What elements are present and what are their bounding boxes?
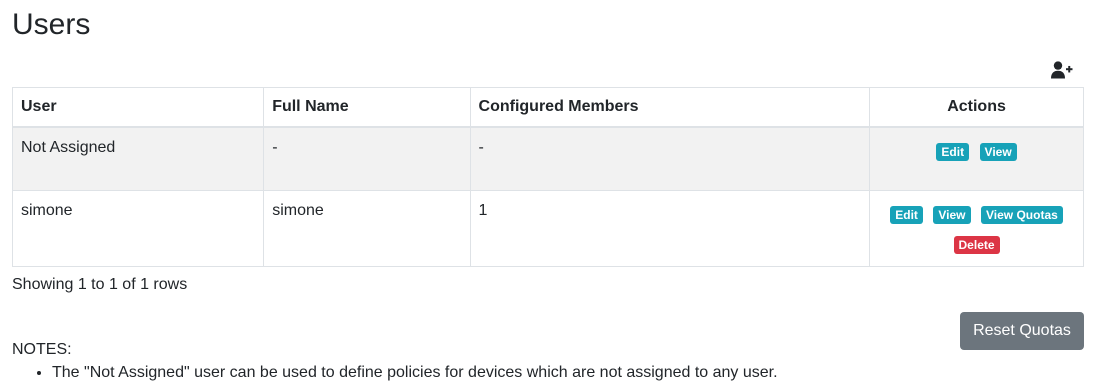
column-header-user[interactable]: User — [11, 87, 265, 128]
users-table: User Full Name Configured Members Action… — [11, 87, 1084, 267]
view-button[interactable]: View — [933, 206, 971, 224]
actions-line: Delete — [878, 236, 1075, 254]
full-name-cell: - — [263, 126, 471, 191]
actions-cell: Edit View View Quotas Delete — [869, 190, 1084, 267]
actions-cell: Edit View — [869, 126, 1084, 191]
note-item: The "Not Assigned" user can be used to d… — [52, 363, 778, 383]
user-cell: Not Assigned — [11, 126, 265, 191]
edit-button[interactable]: Edit — [890, 206, 923, 224]
user-cell: simone — [11, 190, 265, 267]
table-header-row: User Full Name Configured Members Action… — [11, 87, 1084, 128]
column-header-full-name[interactable]: Full Name — [263, 87, 471, 128]
column-header-actions: Actions — [869, 87, 1084, 128]
edit-button[interactable]: Edit — [936, 143, 970, 161]
configured-members-cell: 1 — [469, 190, 871, 267]
notes-label: NOTES: — [12, 341, 72, 358]
add-user-button[interactable] — [1050, 59, 1074, 81]
pagination-info: Showing 1 to 1 of 1 rows — [12, 276, 188, 293]
full-name-cell: simone — [263, 190, 471, 267]
page-title: Users — [12, 8, 91, 41]
configured-members-cell: - — [469, 126, 871, 191]
view-quotas-button[interactable]: View Quotas — [980, 206, 1063, 224]
notes-list: The "Not Assigned" user can be used to d… — [12, 363, 778, 383]
actions-line: Edit View View Quotas — [878, 206, 1075, 224]
table-row: simone simone 1 Edit View View Quotas De… — [11, 190, 1084, 267]
table-row: Not Assigned - - Edit View — [11, 126, 1084, 191]
actions-line: Edit View — [878, 143, 1075, 161]
reset-quotas-button[interactable]: Reset Quotas — [960, 312, 1084, 350]
view-button[interactable]: View — [979, 143, 1017, 161]
column-header-configured-members[interactable]: Configured Members — [469, 87, 871, 128]
user-plus-icon — [1051, 61, 1073, 79]
delete-button[interactable]: Delete — [953, 236, 1000, 254]
